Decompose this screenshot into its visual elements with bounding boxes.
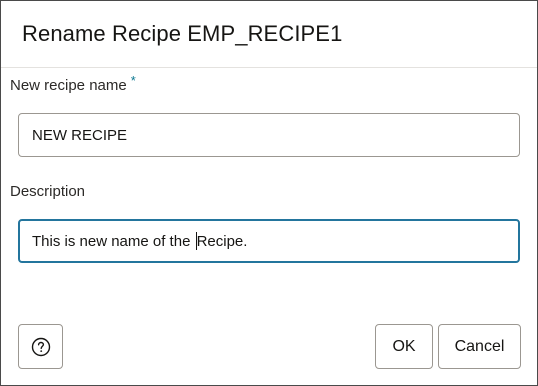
required-marker: * xyxy=(130,73,136,88)
new-recipe-name-label-text: New recipe name xyxy=(10,77,127,94)
description-label: Description xyxy=(10,183,86,200)
dialog-title: Rename Recipe EMP_RECIPE1 xyxy=(22,21,343,46)
new-recipe-name-input[interactable]: NEW RECIPE xyxy=(18,113,520,157)
new-recipe-name-label: New recipe name * xyxy=(10,73,136,94)
description-input[interactable]: This is new name of the Recipe. xyxy=(18,219,520,263)
rename-recipe-dialog: Rename Recipe EMP_RECIPE1 New recipe nam… xyxy=(0,0,538,386)
new-recipe-name-value: NEW RECIPE xyxy=(32,126,128,144)
description-value-after-caret: Recipe. xyxy=(196,232,248,250)
dialog-header: Rename Recipe EMP_RECIPE1 xyxy=(1,1,537,68)
ok-button[interactable]: OK xyxy=(375,324,433,369)
cancel-button[interactable]: Cancel xyxy=(438,324,521,369)
description-value-before-caret: This is new name of the xyxy=(32,232,195,250)
help-button[interactable] xyxy=(18,324,63,369)
question-circle-icon xyxy=(31,337,50,356)
